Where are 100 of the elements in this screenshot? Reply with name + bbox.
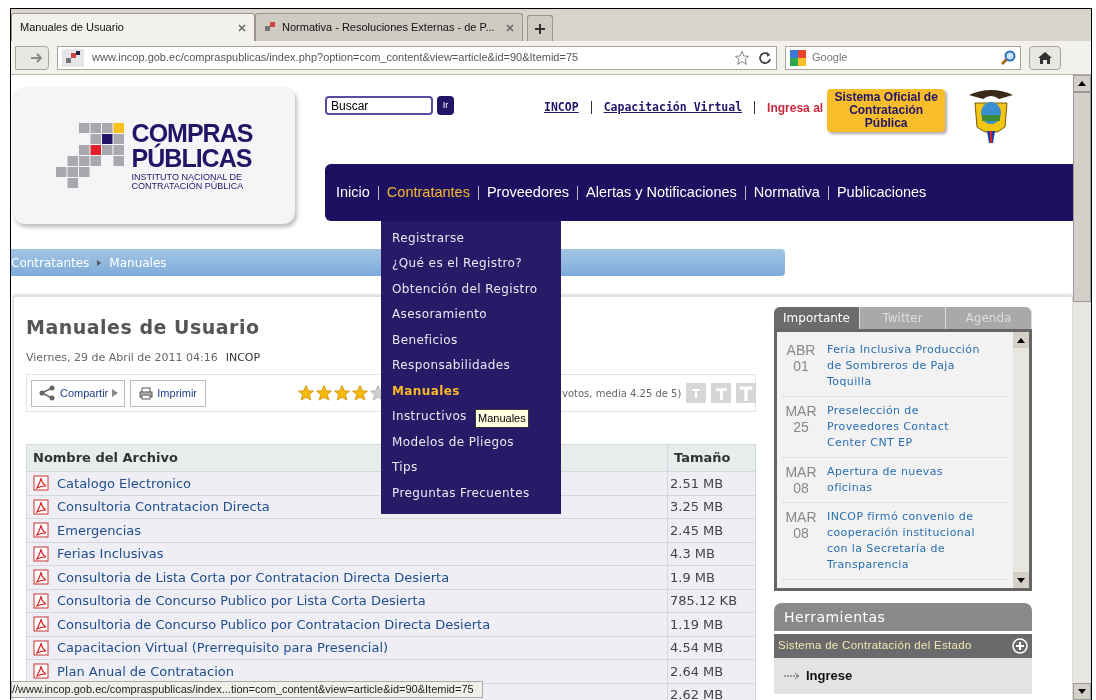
plus-icon: [534, 22, 546, 35]
rating-text: votos, media 4.25 de 5): [562, 386, 682, 401]
page-scrollbar[interactable]: [1073, 75, 1091, 700]
file-size: 785.12 KB: [667, 589, 756, 613]
tab-title: Normativa - Resoluciones Externas - de P...: [282, 20, 496, 36]
scrollbar[interactable]: [1013, 332, 1029, 588]
plus-circle-icon[interactable]: [1012, 638, 1028, 654]
tools-title: Herramientas: [774, 603, 1032, 631]
file-size: 2.51 MB: [667, 471, 756, 495]
file-link[interactable]: Ferias Inclusivas: [57, 544, 164, 564]
home-icon: [1037, 50, 1053, 65]
close-icon[interactable]: [506, 23, 514, 32]
nav-link[interactable]: Normativa: [753, 181, 820, 204]
pdf-icon: [33, 545, 49, 562]
search-input[interactable]: Google: [812, 49, 996, 66]
news-month: ABR: [786, 342, 816, 358]
dropdown-item[interactable]: Instructivos: [381, 403, 478, 429]
text-size-icon: [691, 388, 702, 398]
file-link[interactable]: Catalogo Electronico: [57, 473, 192, 493]
promo-button[interactable]: Sistema Oficial de Contratación Pública: [827, 89, 946, 132]
news-month: MAR: [785, 403, 817, 419]
pdf-icon: [33, 616, 49, 633]
file-size: 2.64 MB: [667, 659, 756, 683]
search-input[interactable]: Buscar: [325, 96, 433, 115]
dropdown-item[interactable]: Registrarse: [381, 225, 476, 251]
column-header: Tamaño: [667, 444, 756, 472]
header-link[interactable]: Capacitación Virtual: [603, 99, 743, 117]
dropdown-item[interactable]: Manuales: [381, 378, 471, 404]
search-icon[interactable]: [1000, 49, 1016, 66]
pdf-icon: [33, 663, 49, 680]
news-day: 25: [793, 419, 809, 435]
new-tab-button[interactable]: [527, 15, 553, 41]
logo-subtitle: INSTITUTO NACIONAL DE: [131, 172, 244, 182]
nav-link[interactable]: Inicio: [336, 181, 370, 204]
file-size: 3.25 MB: [667, 495, 756, 519]
printer-icon: [139, 386, 154, 400]
news-day: 01: [793, 358, 809, 374]
file-size: 1.9 MB: [667, 565, 756, 589]
file-size: 2.45 MB: [667, 518, 756, 542]
star-icon[interactable]: [297, 384, 315, 402]
down-arrow-icon[interactable]: [1078, 689, 1086, 694]
ingrese-link[interactable]: Ingrese: [806, 666, 853, 686]
dropdown-item[interactable]: Asesoramiento: [381, 301, 498, 327]
reload-icon[interactable]: [758, 50, 772, 65]
promo-label: Ingresa al: [767, 100, 824, 117]
logo-card[interactable]: COMPRAS PÚBLICAS INSTITUTO NACIONAL DE CONTRATACIÓN PÚBLICA: [13, 87, 295, 224]
news-day: 08: [793, 480, 809, 496]
arrow-icon: [784, 671, 802, 680]
dropdown-item[interactable]: Preguntas Frecuentes: [381, 480, 541, 506]
browser-tab[interactable]: Normativa - Resoluciones Externas - de P...: [255, 13, 523, 41]
up-arrow-icon[interactable]: [1078, 81, 1086, 86]
dropdown-item[interactable]: Beneficios: [381, 327, 469, 353]
text-size-icon: [714, 386, 728, 400]
logo-subtitle: CONTRATACIÓN PÚBLICA: [131, 181, 245, 191]
news-link[interactable]: Apertura de nuevas oficinas: [827, 464, 1007, 496]
nav-link[interactable]: Alertas y Notificaciones: [586, 181, 737, 204]
search-bar[interactable]: Google: [785, 45, 1021, 70]
news-link[interactable]: INCOP firmó convenio de cooperación institucional con la Secretaría de Transparencia: [827, 509, 1007, 573]
share-icon: [38, 385, 56, 401]
star-bookmark-icon[interactable]: [734, 49, 750, 66]
file-link[interactable]: Emergencias: [57, 520, 141, 540]
tools-section-bar[interactable]: Sistema de Contratación del Estado: [774, 634, 1032, 658]
news-link[interactable]: Preselección de Proveedores Contact Center CNT EP: [827, 403, 1007, 451]
pdf-icon: [33, 639, 49, 656]
share-button[interactable]: Compartir: [31, 379, 126, 407]
article-author: INCOP: [225, 349, 261, 366]
nav-link[interactable]: Proveedores: [486, 181, 570, 204]
close-icon[interactable]: [238, 23, 246, 32]
file-size: 4.3 MB: [667, 542, 756, 566]
site-icon: [62, 48, 84, 67]
nav-link[interactable]: Publicaciones: [836, 181, 927, 204]
dropdown-item[interactable]: Obtención del Registro: [381, 276, 549, 302]
breadcrumb-arrow-icon: [97, 259, 102, 266]
star-icon[interactable]: [315, 384, 333, 402]
home-button[interactable]: [1029, 45, 1061, 70]
pdf-icon: [33, 498, 49, 515]
pdf-icon: [33, 522, 49, 539]
sidebar-tab[interactable]: Importante: [774, 307, 860, 329]
address-bar[interactable]: www.incop.gob.ec/compraspublicas/index.php?option=com_content&view=article&id=90&Itemid=75: [57, 45, 777, 70]
up-arrow-icon[interactable]: [1017, 337, 1025, 343]
pdf-icon: [33, 592, 49, 609]
news-link[interactable]: Feria Inclusiva Producción de Sombreros de Paja Toquilla: [827, 342, 1007, 390]
file-size: 4.54 MB: [667, 636, 756, 660]
dropdown-item[interactable]: ¿Qué es el Registro?: [381, 250, 534, 276]
tab-title: Manuales de Usuario: [20, 20, 125, 36]
star-icon[interactable]: [333, 384, 351, 402]
pdf-icon: [33, 569, 49, 586]
back-forward-button[interactable]: [15, 45, 49, 70]
dropdown-item[interactable]: Responsabilidades: [381, 352, 522, 378]
news-day: 08: [793, 525, 809, 541]
down-arrow-icon[interactable]: [1017, 577, 1025, 583]
pdf-icon: [33, 475, 49, 492]
header-link[interactable]: INCOP: [544, 99, 579, 117]
forward-arrow-icon: [30, 51, 44, 64]
nav-link[interactable]: Contratantes: [386, 181, 470, 204]
go-button[interactable]: Ir: [437, 96, 454, 115]
print-button[interactable]: Imprimir: [130, 379, 206, 407]
logo-title: PÚBLICAS: [131, 145, 252, 171]
star-icon[interactable]: [351, 384, 369, 402]
browser-tab[interactable]: Manuales de Usuario: [11, 13, 255, 41]
